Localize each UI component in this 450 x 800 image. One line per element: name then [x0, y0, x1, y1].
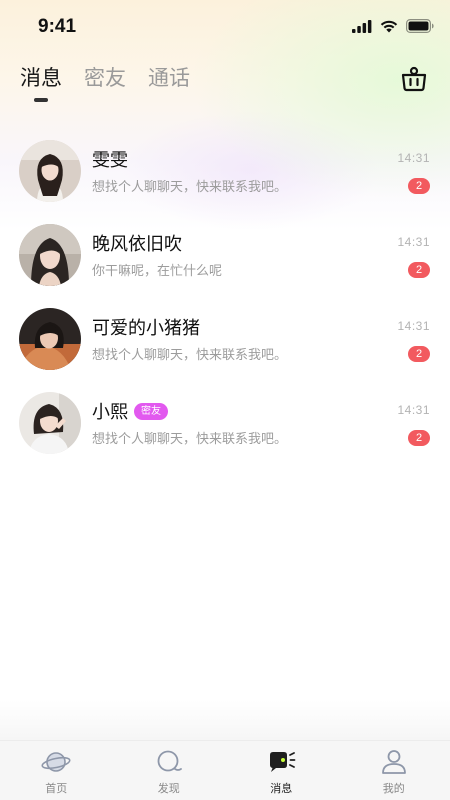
tabbar-label: 发现: [157, 782, 180, 795]
tabbar-label: 消息: [270, 782, 293, 795]
list-item[interactable]: 可爱的小猪猪 想找个人聊聊天，快来联系我吧。 14:31 2: [0, 300, 450, 384]
message-time: 14:31: [397, 403, 430, 417]
status-bar: 9:41: [0, 0, 450, 56]
message-preview: 想找个人聊聊天，快来联系我吧。: [92, 180, 288, 195]
unread-badge: 2: [408, 178, 430, 194]
message-icon: [270, 752, 296, 772]
status-time: 9:41: [38, 16, 77, 37]
avatar: [19, 140, 81, 202]
name-row: 雯雯: [92, 146, 128, 172]
name-row: 可爱的小猪猪: [92, 314, 200, 340]
contact-name: 晚风依旧吹: [92, 234, 182, 255]
list-item[interactable]: 晚风依旧吹 你干嘛呢，在忙什么呢 14:31 2: [0, 216, 450, 300]
name-row: 小熙 密友: [92, 398, 168, 424]
tab-calls[interactable]: 通话: [148, 62, 190, 102]
header-tabs: 消息 密友 通话: [20, 62, 190, 102]
avatar: [19, 308, 81, 370]
message-preview: 想找个人聊聊天，快来联系我吧。: [92, 348, 288, 363]
profile-icon: [381, 750, 406, 774]
battery-icon: [406, 19, 434, 33]
contact-name: 可爱的小猪猪: [92, 318, 200, 339]
wifi-icon: [380, 20, 398, 32]
unread-badge: 2: [408, 430, 430, 446]
message-time: 14:31: [397, 235, 430, 249]
list-item[interactable]: 小熙 密友 想找个人聊聊天，快来联系我吧。 14:31 2: [0, 384, 450, 468]
avatar: [19, 224, 81, 286]
tabbar-discover[interactable]: 发现: [113, 741, 226, 800]
status-icons: [352, 19, 434, 33]
discover-icon: [157, 750, 182, 772]
bottom-fade: [0, 700, 450, 740]
tabbar-messages[interactable]: 消息: [225, 741, 338, 800]
tabbar-label: 我的: [382, 782, 405, 795]
bottom-tab-bar: 首页 发现 消息 我的: [0, 740, 450, 800]
list-item[interactable]: 雯雯 想找个人聊聊天，快来联系我吧。 14:31 2: [0, 132, 450, 216]
planet-icon: [41, 752, 71, 772]
message-preview: 想找个人聊聊天，快来联系我吧。: [92, 432, 288, 447]
contact-name: 小熙: [92, 402, 128, 423]
unread-badge: 2: [408, 262, 430, 278]
name-row: 晚风依旧吹: [92, 230, 182, 256]
basket-icon[interactable]: [400, 64, 428, 92]
message-time: 14:31: [397, 319, 430, 333]
tab-messages[interactable]: 消息: [20, 62, 62, 102]
close-friend-badge: 密友: [134, 402, 168, 420]
contact-name: 雯雯: [92, 150, 128, 171]
signal-icon: [352, 19, 372, 33]
tabbar-profile[interactable]: 我的: [338, 741, 450, 800]
avatar: [19, 392, 81, 454]
conversation-list: 雯雯 想找个人聊聊天，快来联系我吧。 14:31 2 晚风依旧吹 你干嘛呢，在忙…: [0, 132, 450, 468]
tabbar-label: 首页: [45, 782, 68, 795]
tabbar-home[interactable]: 首页: [0, 741, 113, 800]
tab-close-friends[interactable]: 密友: [84, 62, 126, 102]
message-preview: 你干嘛呢，在忙什么呢: [92, 264, 223, 279]
unread-badge: 2: [408, 346, 430, 362]
message-time: 14:31: [397, 151, 430, 165]
